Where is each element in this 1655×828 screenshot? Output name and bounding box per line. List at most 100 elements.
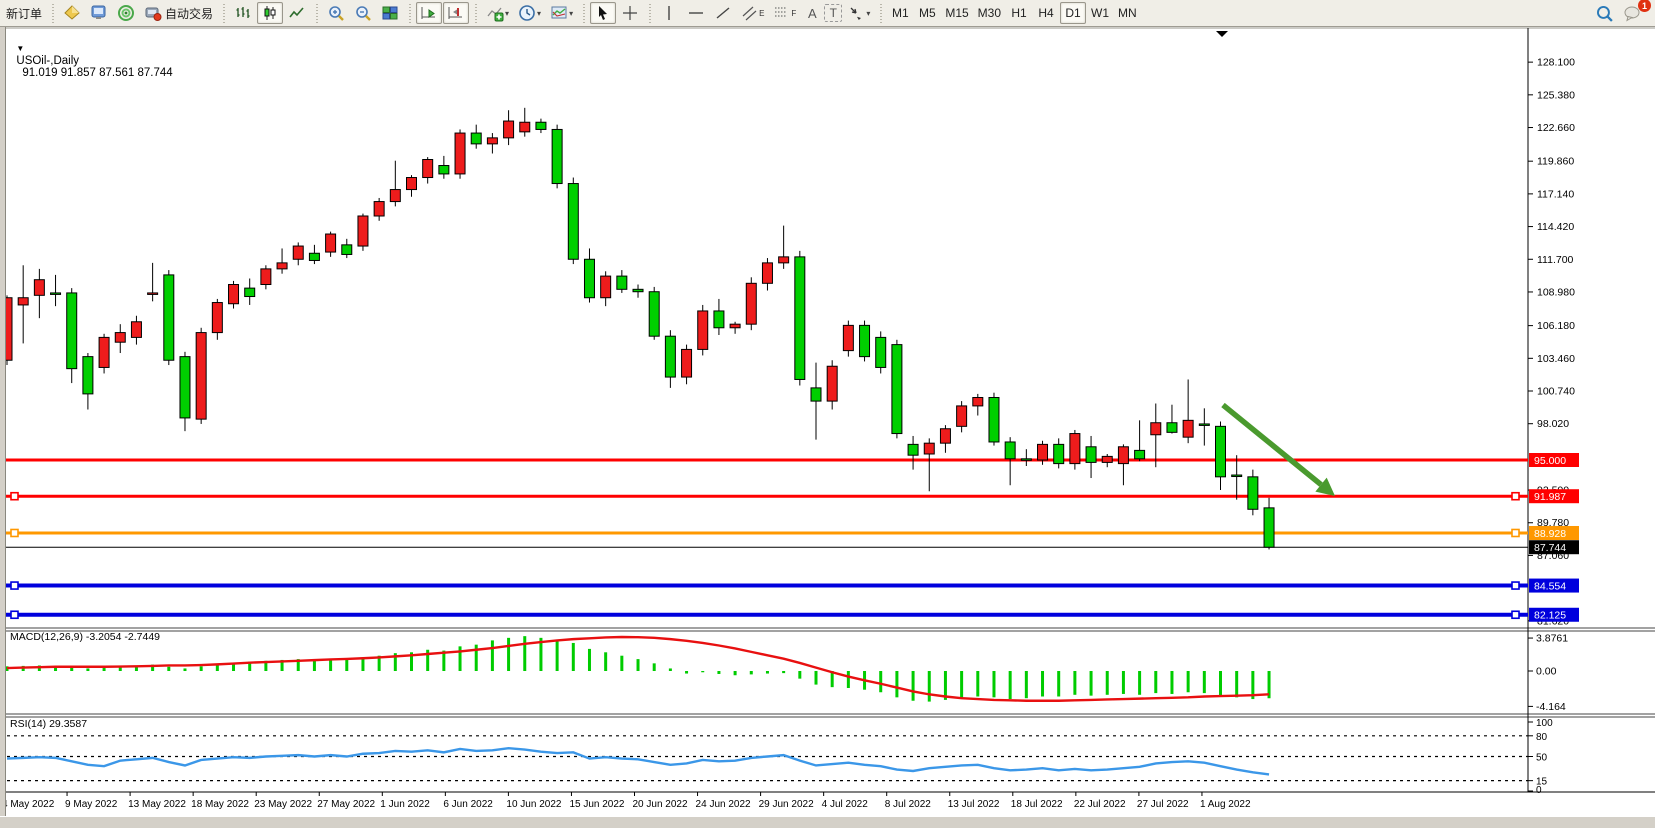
svg-text:88.928: 88.928 [1534, 528, 1566, 540]
svg-text:0: 0 [1536, 785, 1542, 796]
bar-chart-icon[interactable] [230, 2, 256, 24]
toolbar-separator [646, 2, 653, 24]
svg-text:22 Jul 2022: 22 Jul 2022 [1074, 799, 1126, 810]
svg-text:87.744: 87.744 [1534, 542, 1566, 554]
svg-text:111.700: 111.700 [1537, 254, 1574, 266]
toolbar-separator [313, 2, 320, 24]
svg-text:95.000: 95.000 [1534, 455, 1566, 467]
toolbar-separator [220, 2, 227, 24]
tile-windows-icon[interactable] [377, 2, 403, 24]
svg-text:3.8761: 3.8761 [1536, 633, 1568, 645]
svg-text:125.380: 125.380 [1537, 89, 1575, 101]
svg-text:6 Jun 2022: 6 Jun 2022 [443, 799, 493, 810]
notification-badge: 1 [1638, 0, 1651, 12]
svg-text:119.860: 119.860 [1537, 156, 1574, 168]
svg-text:108.980: 108.980 [1537, 286, 1575, 298]
svg-text:24 Jun 2022: 24 Jun 2022 [696, 799, 751, 810]
chevron-down-icon: ▾ [569, 9, 573, 18]
svg-text:27 Jul 2022: 27 Jul 2022 [1137, 799, 1189, 810]
auto-trading-label: 自动交易 [165, 5, 213, 22]
chevron-down-icon: ▾ [866, 9, 870, 18]
text-tool-icon[interactable]: A [801, 2, 823, 24]
chart-title-row: ▼ USOil-,Daily 91.019 91.857 87.561 87.7… [10, 31, 173, 79]
toolbar-separator [472, 2, 479, 24]
svg-text:100: 100 [1536, 718, 1553, 729]
svg-text:106.180: 106.180 [1537, 320, 1575, 332]
indicators-button[interactable]: ▾ [482, 2, 513, 24]
auto-trading-button[interactable]: 自动交易 [140, 2, 217, 24]
timeframe-H1[interactable]: H1 [1006, 2, 1032, 24]
notifications-icon[interactable]: 1 [1619, 2, 1647, 24]
trendline-tool-icon[interactable] [710, 2, 736, 24]
chart-window[interactable]: 128.100125.380122.660119.860117.140114.4… [0, 27, 1655, 823]
signals-icon[interactable] [113, 2, 139, 24]
channel-tag: E [759, 9, 764, 18]
svg-text:117.140: 117.140 [1537, 188, 1574, 200]
svg-text:18 May 2022: 18 May 2022 [191, 799, 249, 810]
market-watch-icon[interactable] [59, 2, 85, 24]
svg-text:13 May 2022: 13 May 2022 [128, 799, 186, 810]
line-chart-icon[interactable] [284, 2, 310, 24]
chart-shift-icon[interactable] [443, 2, 469, 24]
auto-scroll-icon[interactable] [416, 2, 442, 24]
candlestick-chart-icon[interactable] [257, 2, 283, 24]
price-chart-canvas[interactable]: 128.100125.380122.660119.860117.140114.4… [0, 27, 1655, 823]
terminal-icon[interactable] [86, 2, 112, 24]
text-tool-glyph: A [808, 6, 817, 21]
crosshair-tool-icon[interactable] [617, 2, 643, 24]
rsi-indicator-label: RSI(14) 29.3587 [10, 718, 87, 730]
chevron-down-icon: ▾ [537, 9, 541, 18]
svg-text:4 May 2022: 4 May 2022 [2, 799, 55, 810]
svg-text:29 Jun 2022: 29 Jun 2022 [759, 799, 814, 810]
label-tool-glyph: T [830, 6, 837, 20]
window-left-edge [0, 27, 6, 816]
timeframe-M30[interactable]: M30 [974, 2, 1005, 24]
svg-text:82.125: 82.125 [1534, 610, 1566, 622]
timeframe-H4[interactable]: H4 [1033, 2, 1059, 24]
toolbar-separator [406, 2, 413, 24]
channel-tool-icon[interactable]: E [737, 2, 768, 24]
svg-text:27 May 2022: 27 May 2022 [317, 799, 375, 810]
svg-text:20 Jun 2022: 20 Jun 2022 [633, 799, 688, 810]
svg-text:1 Jun 2022: 1 Jun 2022 [380, 799, 430, 810]
arrows-tool-icon[interactable]: ▾ [843, 2, 874, 24]
new-order-button[interactable]: 新订单 [2, 2, 46, 24]
svg-text:0.00: 0.00 [1536, 666, 1557, 678]
svg-text:-4.164: -4.164 [1536, 701, 1566, 713]
zoom-in-icon[interactable] [323, 2, 349, 24]
svg-text:103.460: 103.460 [1537, 353, 1575, 365]
svg-text:1 Aug 2022: 1 Aug 2022 [1200, 799, 1251, 810]
timeframe-M1[interactable]: M1 [887, 2, 913, 24]
svg-text:122.660: 122.660 [1537, 122, 1575, 134]
svg-text:91.987: 91.987 [1534, 491, 1566, 503]
cursor-tool-icon[interactable] [590, 2, 616, 24]
svg-text:8 Jul 2022: 8 Jul 2022 [885, 799, 932, 810]
svg-text:50: 50 [1536, 753, 1548, 764]
ohlc-readout: 91.019 91.857 87.561 87.744 [22, 67, 172, 79]
toolbar-separator [580, 2, 587, 24]
fibonacci-tool-icon[interactable]: F [769, 2, 800, 24]
macd-indicator-label: MACD(12,26,9) -3.2054 -2.7449 [10, 631, 160, 643]
vertical-line-tool-icon[interactable] [656, 2, 682, 24]
svg-text:84.554: 84.554 [1534, 580, 1566, 592]
timeframe-D1[interactable]: D1 [1060, 2, 1086, 24]
templates-button[interactable]: ▾ [546, 2, 577, 24]
svg-text:100.740: 100.740 [1537, 386, 1575, 398]
timeframe-M15[interactable]: M15 [941, 2, 972, 24]
periods-button[interactable]: ▾ [514, 2, 545, 24]
svg-text:98.020: 98.020 [1537, 418, 1569, 430]
timeframe-W1[interactable]: W1 [1087, 2, 1113, 24]
svg-text:15 Jun 2022: 15 Jun 2022 [569, 799, 624, 810]
chevron-down-icon: ▾ [505, 9, 509, 18]
horizontal-line-tool-icon[interactable] [683, 2, 709, 24]
text-label-tool-icon[interactable]: T [824, 4, 842, 22]
svg-text:114.420: 114.420 [1537, 221, 1574, 233]
search-icon[interactable] [1591, 2, 1618, 24]
symbol-dropdown-icon[interactable]: ▼ [16, 44, 24, 53]
svg-text:10 Jun 2022: 10 Jun 2022 [506, 799, 561, 810]
timeframe-MN[interactable]: MN [1114, 2, 1141, 24]
symbol-period-title: USOil-,Daily [16, 55, 79, 67]
zoom-out-icon[interactable] [350, 2, 376, 24]
svg-text:80: 80 [1536, 732, 1548, 743]
timeframe-M5[interactable]: M5 [914, 2, 940, 24]
